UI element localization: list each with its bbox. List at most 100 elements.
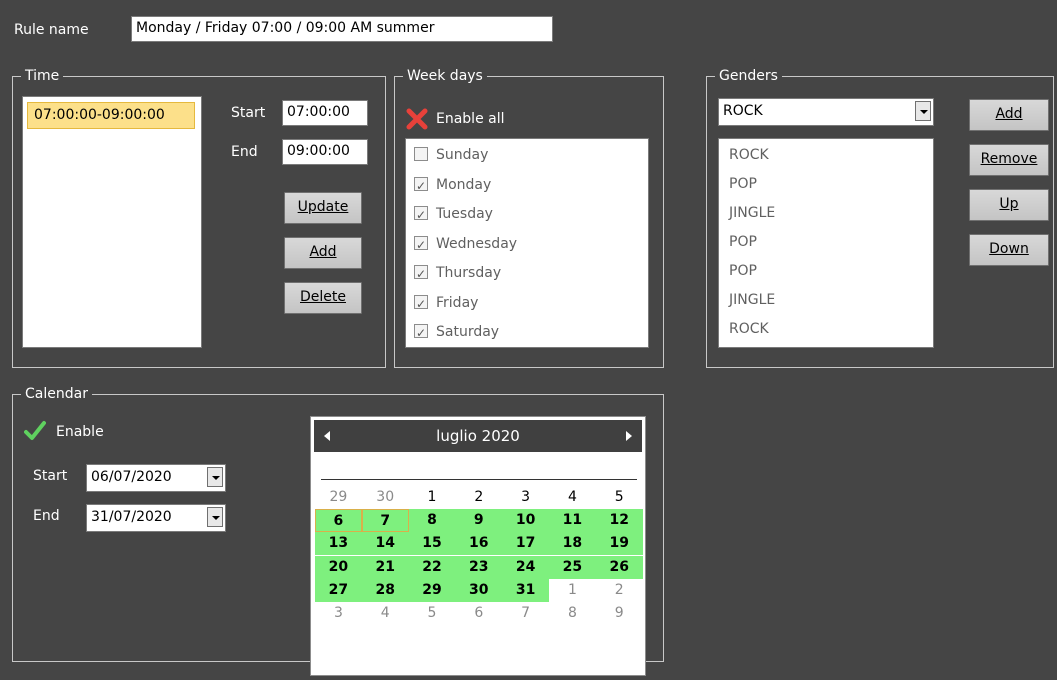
calendar-day[interactable]: 8: [408, 509, 456, 533]
time-add-button[interactable]: Add: [284, 237, 362, 269]
calendar-day[interactable]: 16: [455, 532, 503, 556]
calendar-day[interactable]: 29: [315, 486, 362, 509]
enable-all-label[interactable]: Enable all: [436, 109, 505, 129]
calendar-day[interactable]: 29: [408, 578, 456, 602]
weekday-thursday[interactable]: Thursday: [414, 262, 502, 285]
weekday-tuesday-checkbox[interactable]: [414, 204, 428, 226]
calendar-day[interactable]: 11: [549, 509, 596, 533]
genders-select[interactable]: ROCK: [718, 98, 934, 126]
calendar-end-date[interactable]: 31/07/2020: [86, 504, 226, 532]
time-slot-list[interactable]: 07:00:00-09:00:00: [22, 96, 202, 348]
calendar-day[interactable]: 17: [502, 532, 549, 556]
enable-all-x-icon[interactable]: [406, 108, 428, 130]
calendar-day[interactable]: 1: [549, 579, 596, 602]
rule-name-input[interactable]: Monday / Friday 07:00 / 09:00 AM summer: [131, 16, 553, 42]
time-update-label: Update: [297, 199, 349, 215]
genre-item[interactable]: JINGLE: [729, 202, 775, 224]
chevron-down-icon[interactable]: [207, 467, 223, 487]
calendar-month-label[interactable]: luglio 2020: [436, 427, 520, 445]
genders-remove-button[interactable]: Remove: [969, 144, 1049, 176]
calendar-day[interactable]: 18: [549, 532, 596, 556]
time-delete-button[interactable]: Delete: [284, 282, 362, 314]
time-start-input[interactable]: 07:00:00: [282, 100, 368, 126]
calendar-day[interactable]: 4: [549, 486, 596, 509]
genre-item[interactable]: POP: [729, 260, 757, 282]
chevron-down-icon[interactable]: [207, 507, 223, 527]
weekday-wednesday-checkbox[interactable]: [414, 234, 428, 256]
genders-down-button[interactable]: Down: [969, 234, 1049, 266]
calendar-day[interactable]: 2: [596, 579, 643, 602]
weekday-friday[interactable]: Friday: [414, 292, 478, 315]
weekday-sunday[interactable]: Sunday: [414, 144, 488, 166]
calendar-day[interactable]: 9: [596, 602, 643, 625]
weekday-thursday-checkbox[interactable]: [414, 263, 428, 285]
calendar-day[interactable]: 7: [502, 602, 549, 625]
weekday-friday-checkbox[interactable]: [414, 293, 428, 315]
calendar-day[interactable]: 28: [361, 578, 409, 602]
calendar-day[interactable]: 26: [595, 555, 643, 579]
genre-item[interactable]: ROCK: [729, 144, 769, 166]
calendar-day[interactable]: 27: [315, 578, 362, 602]
weekday-monday-checkbox[interactable]: [414, 175, 428, 197]
weekdays-group-title: Week days: [403, 67, 487, 85]
time-update-button[interactable]: Update: [284, 192, 362, 224]
time-end-label: End: [231, 144, 258, 160]
weekday-sunday-label: Sunday: [436, 147, 489, 163]
calendar-day[interactable]: 20: [315, 555, 362, 579]
genre-item[interactable]: ROCK: [729, 318, 769, 340]
time-end-input[interactable]: 09:00:00: [282, 139, 368, 165]
enable-check-icon[interactable]: [24, 420, 46, 442]
calendar-day[interactable]: 2: [455, 486, 502, 509]
time-slot-item[interactable]: 07:00:00-09:00:00: [27, 102, 195, 129]
calendar-day[interactable]: 8: [549, 602, 596, 625]
calendar-day[interactable]: 30: [362, 486, 409, 509]
weekday-tuesday[interactable]: Tuesday: [414, 203, 493, 226]
calendar-day[interactable]: 23: [455, 555, 503, 579]
calendar-day[interactable]: 30: [455, 578, 503, 602]
chevron-right-icon[interactable]: [626, 431, 632, 441]
calendar-day[interactable]: 15: [408, 532, 456, 556]
calendar-day[interactable]: 19: [595, 532, 643, 556]
weekday-monday[interactable]: Monday: [414, 174, 491, 197]
calendar-day[interactable]: 1: [409, 486, 456, 509]
calendar-day[interactable]: 3: [502, 486, 549, 509]
calendar-start-date[interactable]: 06/07/2020: [86, 464, 226, 492]
weekday-sunday-checkbox[interactable]: [414, 147, 428, 161]
calendar-enable-label[interactable]: Enable: [56, 422, 104, 442]
weekday-saturday-checkbox[interactable]: [414, 322, 428, 344]
genders-list[interactable]: ROCK POP JINGLE POP POP JINGLE ROCK: [718, 138, 934, 348]
weekday-saturday[interactable]: Saturday: [414, 321, 499, 344]
chevron-down-icon[interactable]: [915, 101, 931, 121]
genre-item[interactable]: POP: [729, 231, 757, 253]
calendar-day[interactable]: 3: [315, 602, 362, 625]
genders-group-title: Genders: [715, 67, 782, 85]
genre-item[interactable]: POP: [729, 173, 757, 195]
calendar-start-date-value: 06/07/2020: [91, 469, 172, 485]
calendar-day[interactable]: 5: [409, 602, 456, 625]
calendar-day[interactable]: 31: [502, 578, 549, 602]
calendar-day[interactable]: 14: [361, 532, 409, 556]
calendar-day[interactable]: 5: [596, 486, 643, 509]
calendar-day[interactable]: 13: [315, 532, 362, 556]
weekday-wednesday[interactable]: Wednesday: [414, 233, 517, 256]
time-delete-label: Delete: [300, 289, 346, 305]
time-start-label: Start: [231, 105, 266, 121]
genders-add-button[interactable]: Add: [969, 99, 1049, 131]
calendar-day[interactable]: 6: [455, 602, 502, 625]
calendar-day[interactable]: 9: [455, 509, 503, 533]
calendar-day[interactable]: 12: [595, 509, 643, 533]
genders-select-value: ROCK: [723, 103, 763, 119]
genders-up-button[interactable]: Up: [969, 189, 1049, 221]
calendar-day[interactable]: 22: [408, 555, 456, 579]
calendar-day[interactable]: 21: [361, 555, 409, 579]
calendar-day[interactable]: 24: [502, 555, 549, 579]
calendar-day[interactable]: 4: [362, 602, 409, 625]
calendar-day[interactable]: 7: [361, 509, 409, 533]
calendar-day[interactable]: 6: [315, 509, 362, 533]
genre-item[interactable]: JINGLE: [729, 289, 775, 311]
calendar-day[interactable]: 25: [549, 555, 596, 579]
weekday-thursday-label: Thursday: [436, 265, 502, 281]
chevron-left-icon[interactable]: [324, 431, 330, 441]
genders-down-label: Down: [989, 241, 1029, 257]
calendar-day[interactable]: 10: [502, 509, 549, 533]
